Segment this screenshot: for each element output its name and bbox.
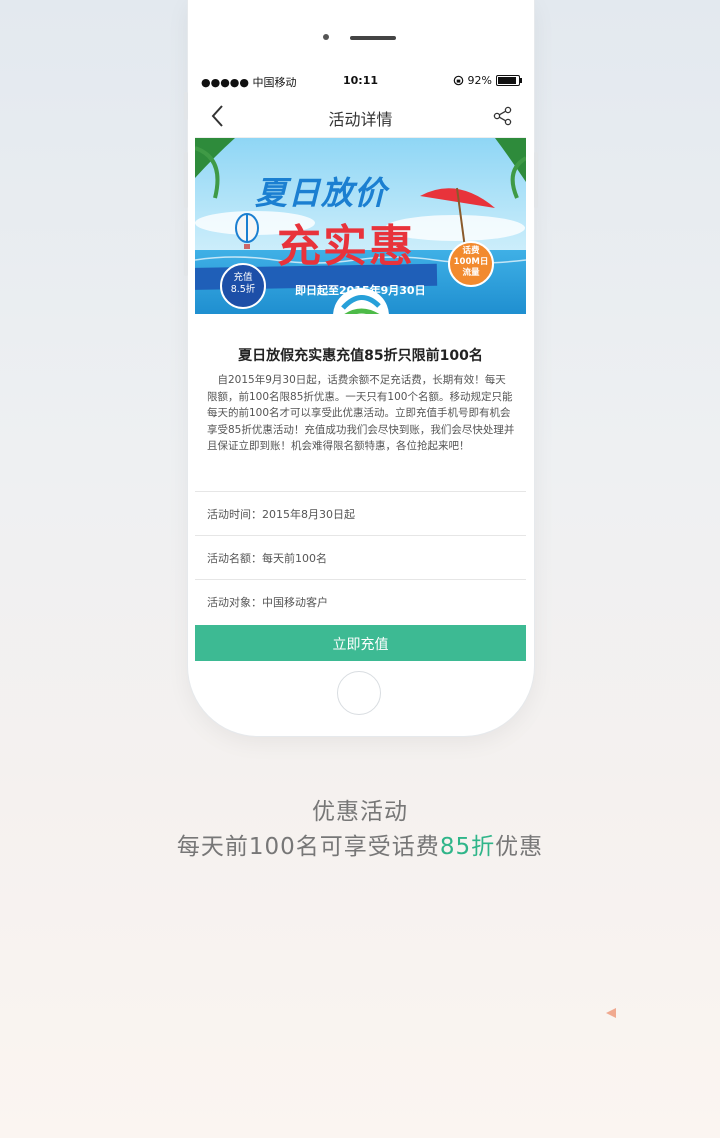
info-row-quota: 活动名额：每天前100名 [195, 535, 526, 579]
battery-icon [496, 75, 522, 86]
status-bar: ●●●●● 中国移动 10:11 92% [195, 68, 526, 94]
volume-up-button [184, 152, 188, 208]
info-row-audience: 活动对象：中国移动客户 [195, 579, 526, 623]
discount-badge-text: 充值 8.5折 [225, 272, 261, 296]
battery-fill [498, 77, 516, 84]
data-bonus-line3: 流量 [462, 268, 480, 278]
data-bonus-line1: 话费 [462, 246, 480, 256]
phone-mockup: ●●●●● 中国移动 10:11 92% 活动详情 夏日放价 充实惠 充值 8.… [184, 0, 538, 736]
caption-subtitle: 每天前100名可享受话费85折优惠 [0, 827, 720, 861]
caption-sub-highlight: 85折 [439, 834, 496, 860]
rotation-lock-icon [453, 75, 463, 86]
mute-switch [184, 92, 188, 120]
power-button [534, 152, 538, 208]
banner-headline-main: 充实惠 [277, 221, 415, 272]
decorative-arrow-icon [606, 1008, 616, 1018]
share-icon[interactable] [492, 105, 514, 127]
caption-title: 优惠活动 [312, 799, 408, 825]
phone-top-bezel [188, 0, 534, 20]
caption-sub-before: 每天前100名可享受话费 [176, 834, 440, 860]
date-ribbon-text: 即日起至2015年9月30日 [295, 284, 426, 297]
discount-badge-line2: 8.5折 [230, 284, 256, 295]
banner-headline-top: 夏日放价 [255, 174, 388, 212]
app-screen: ●●●●● 中国移动 10:11 92% 活动详情 夏日放价 充实惠 充值 8.… [195, 68, 526, 661]
volume-down-button [184, 220, 188, 276]
data-bonus-badge-text: 话费 100M日 流量 [451, 246, 491, 279]
navigation-bar: 活动详情 [195, 95, 526, 138]
data-bonus-line2: 100M日 [453, 257, 489, 267]
front-camera [323, 34, 329, 40]
home-button[interactable] [337, 671, 381, 715]
article-body: 自2015年9月30日起，话费余额不足充话费，长期有效！每天限额，前100名限8… [207, 374, 515, 452]
caption-sub-after: 优惠 [495, 834, 544, 860]
discount-badge-line1: 充值 [233, 272, 253, 283]
status-right: 92% [453, 74, 522, 87]
earpiece-speaker [350, 36, 396, 40]
promo-banner[interactable]: 夏日放价 充实惠 充值 8.5折 话费 100M日 流量 即日起至2015年9月… [195, 138, 526, 314]
article-title: 夏日放假充实惠充值85折只限前100名 [238, 348, 483, 364]
info-row-time: 活动时间：2015年8月30日起 [195, 491, 526, 535]
recharge-now-button[interactable]: 立即充值 [195, 625, 526, 661]
page-title: 活动详情 [328, 110, 393, 129]
battery-percent: 92% [467, 74, 492, 87]
